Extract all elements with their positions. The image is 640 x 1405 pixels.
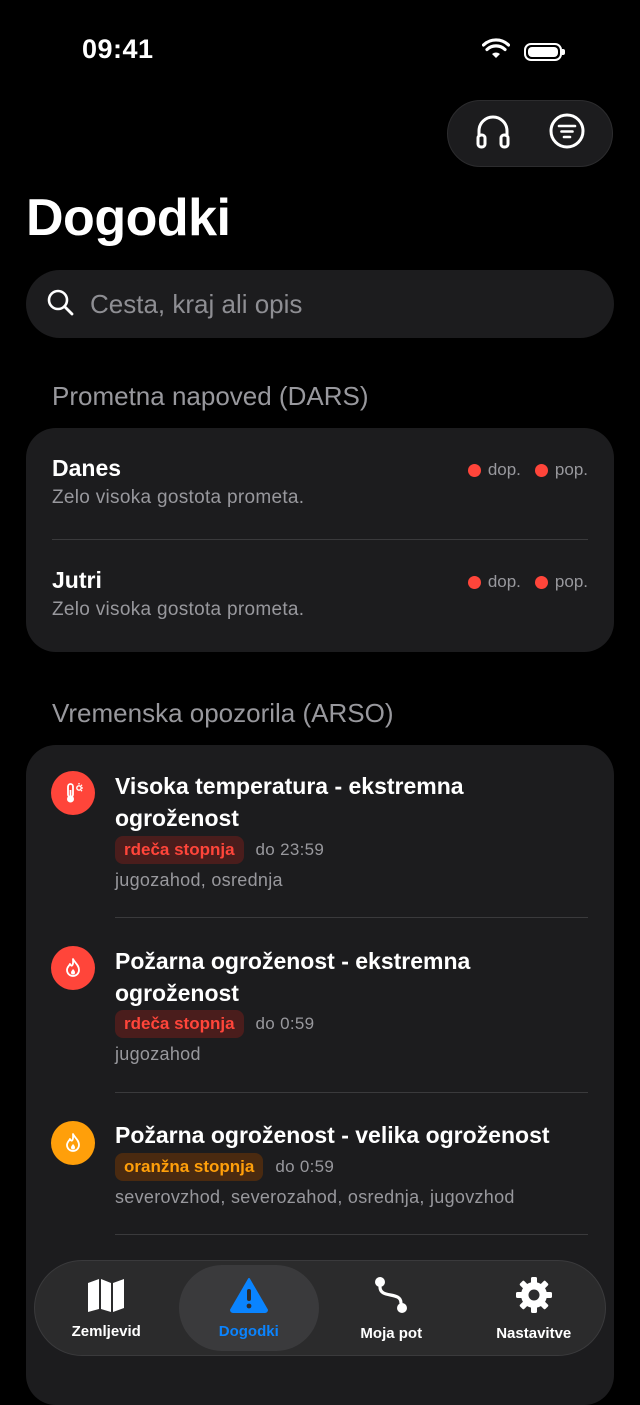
status-time: 09:41	[82, 34, 154, 64]
warning-item[interactable]: Požarna ogroženost - velika ogroženost o…	[26, 1093, 614, 1235]
tab-map[interactable]: Zemljevid	[36, 1265, 176, 1351]
gear-icon	[514, 1275, 554, 1319]
level-badge: rdeča stopnja	[115, 836, 244, 864]
tab-label: Moja pot	[360, 1324, 423, 1342]
morning-label: dop.	[487, 572, 521, 591]
warning-until: do 0:59	[255, 1014, 315, 1033]
warning-meta: oranžna stopnja do 0:59	[115, 1153, 334, 1181]
tab-events[interactable]: Dogodki	[178, 1265, 319, 1351]
map-icon	[86, 1277, 126, 1317]
tab-label: Zemljevid	[71, 1322, 141, 1340]
traffic-description: Zelo visoka gostota prometa.	[52, 599, 305, 620]
warning-until: do 23:59	[255, 840, 325, 859]
afternoon-label: pop.	[554, 460, 588, 479]
weather-section-title: Vremenska opozorila (ARSO)	[52, 698, 394, 728]
wifi-icon	[481, 38, 511, 65]
page-title: Dogodki	[26, 189, 231, 247]
traffic-card: Danes Zelo visoka gostota prometa. dop. …	[26, 428, 614, 652]
tab-label: Nastavitve	[496, 1324, 572, 1342]
warning-item[interactable]: Požarna ogroženost - ekstremna ogroženos…	[26, 918, 614, 1092]
fire-icon	[51, 1121, 95, 1165]
warning-regions: severovzhod, severozahod, osrednja, jugo…	[115, 1187, 515, 1207]
tab-my-route[interactable]: Moja pot	[321, 1265, 461, 1351]
search-input[interactable]	[88, 287, 572, 321]
divider	[115, 1234, 588, 1235]
status-icons	[481, 38, 565, 65]
traffic-day: Jutri	[52, 567, 102, 593]
warning-title: Požarna ogroženost - ekstremna ogroženos…	[115, 948, 471, 1006]
battery-icon	[524, 42, 565, 61]
red-dot-icon	[467, 575, 481, 589]
search-icon	[46, 288, 74, 321]
tab-settings[interactable]: Nastavitve	[464, 1265, 604, 1351]
traffic-indicators: dop. pop.	[467, 572, 588, 592]
traffic-row-tomorrow[interactable]: Jutri Zelo visoka gostota prometa. dop. …	[26, 540, 614, 652]
route-icon	[371, 1275, 411, 1319]
warning-title: Požarna ogroženost - velika ogroženost	[115, 1122, 550, 1148]
traffic-day: Danes	[52, 455, 122, 481]
level-badge: rdeča stopnja	[115, 1010, 244, 1038]
warning-meta: rdeča stopnja do 0:59	[115, 1010, 314, 1038]
red-dot-icon	[534, 575, 548, 589]
traffic-row-today[interactable]: Danes Zelo visoka gostota prometa. dop. …	[26, 428, 614, 540]
traffic-indicators: dop. pop.	[467, 460, 588, 480]
traffic-description: Zelo visoka gostota prometa.	[52, 487, 305, 508]
red-dot-icon	[534, 463, 548, 477]
search-bar[interactable]	[26, 270, 614, 338]
warning-icon	[229, 1277, 269, 1317]
tab-label: Dogodki	[218, 1322, 279, 1340]
fire-icon	[51, 946, 95, 990]
audio-button[interactable]	[463, 104, 523, 164]
level-badge: oranžna stopnja	[115, 1153, 264, 1181]
top-actions	[447, 100, 613, 167]
filter-button[interactable]	[537, 104, 597, 164]
warning-regions: jugozahod, osrednja	[115, 870, 283, 890]
traffic-section-title: Prometna napoved (DARS)	[52, 381, 369, 411]
filter-icon	[548, 112, 586, 155]
warning-until: do 0:59	[275, 1157, 335, 1176]
tab-bar: Zemljevid Dogodki Moja pot Nastavitve	[34, 1260, 606, 1356]
warning-title: Visoka temperatura - ekstremna ogroženos…	[115, 773, 464, 831]
morning-label: dop.	[487, 460, 521, 479]
thermometer-icon	[51, 771, 95, 815]
warning-item[interactable]: Visoka temperatura - ekstremna ogroženos…	[26, 745, 614, 918]
red-dot-icon	[467, 463, 481, 477]
afternoon-label: pop.	[554, 572, 588, 591]
warning-regions: jugozahod	[115, 1044, 201, 1064]
headphones-icon	[473, 111, 513, 156]
warning-meta: rdeča stopnja do 23:59	[115, 836, 324, 864]
